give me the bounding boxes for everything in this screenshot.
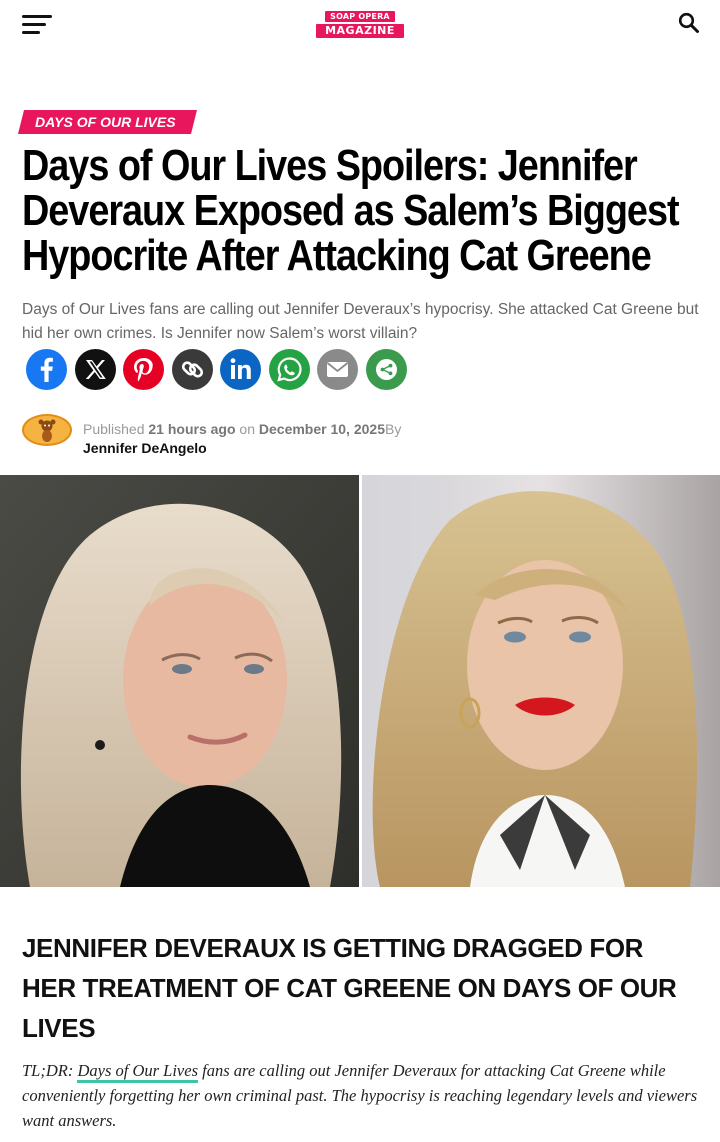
tldr-prefix: TL;DR: [22, 1061, 78, 1080]
email-icon [326, 362, 349, 377]
share-more-icon [375, 359, 397, 380]
hamburger-menu-icon[interactable] [22, 13, 52, 35]
whatsapp-icon [276, 357, 302, 382]
article-subtitle: Days of Our Lives fans are calling out J… [22, 301, 699, 342]
more-share-button[interactable] [365, 349, 407, 390]
facebook-share-button[interactable] [26, 349, 67, 390]
x-icon [85, 360, 106, 379]
email-share-button[interactable] [317, 349, 358, 390]
author-name[interactable]: Jennifer DeAngelo [83, 440, 207, 456]
relative-time: 21 hours ago [148, 421, 236, 437]
author-avatar[interactable] [22, 414, 72, 446]
facebook-icon [40, 357, 53, 382]
section-heading: JENNIFER DEVERAUX IS GETTING DRAGGED FOR… [22, 933, 677, 1043]
linkedin-icon [230, 358, 251, 379]
logo-top-text: SOAP OPERA [325, 11, 395, 22]
copy-link-share-button[interactable] [171, 349, 213, 390]
search-icon[interactable] [678, 12, 700, 34]
publish-info: Published 21 hours ago on December 10, 2… [83, 421, 401, 437]
site-logo[interactable]: SOAP OPERA MAGAZINE [316, 11, 404, 39]
featured-image-graphic [0, 475, 720, 887]
logo-bottom-text: MAGAZINE [316, 24, 404, 38]
x-share-button[interactable] [74, 349, 116, 390]
pinterest-icon [134, 358, 153, 382]
days-of-our-lives-link[interactable]: Days of Our Lives [77, 1061, 199, 1083]
site-header: SOAP OPERA MAGAZINE [0, 0, 720, 50]
on-label: on [239, 421, 255, 437]
by-label: By [384, 421, 402, 437]
tldr-paragraph: TL;DR: Days of Our Lives fans are callin… [22, 1058, 702, 1133]
publish-date: December 10, 2025 [258, 421, 385, 437]
published-label: Published [83, 421, 145, 437]
share-bar [26, 349, 407, 391]
whatsapp-share-button[interactable] [268, 349, 310, 390]
featured-image [0, 475, 720, 887]
link-icon [181, 361, 203, 378]
linkedin-share-button[interactable] [220, 349, 261, 390]
category-tag[interactable]: DAYS OF OUR LIVES [18, 110, 197, 134]
category-label: DAYS OF OUR LIVES [35, 114, 176, 130]
article-title: Days of Our Lives Spoilers: Jennifer Dev… [22, 141, 680, 280]
pinterest-share-button[interactable] [123, 349, 164, 390]
